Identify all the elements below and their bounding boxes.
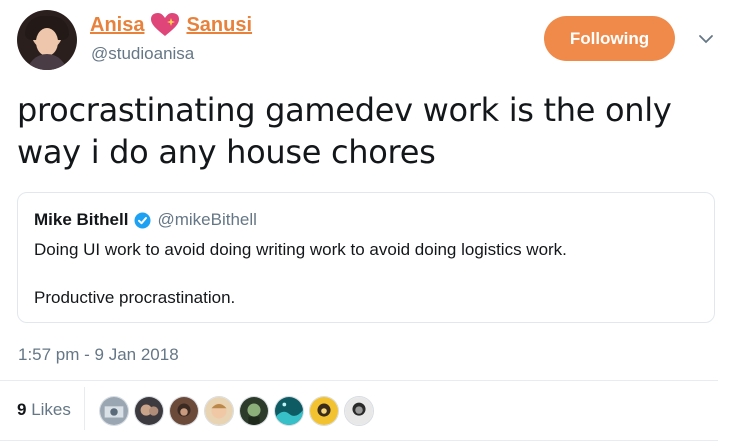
liker-3-avatar[interactable] xyxy=(169,396,199,426)
author-name[interactable]: Anisa Sanusi xyxy=(90,12,252,38)
likes-count[interactable]: 9 Likes xyxy=(17,400,71,420)
liker-avatars xyxy=(99,396,374,426)
verified-badge-icon xyxy=(134,212,151,228)
liker-4-avatar[interactable] xyxy=(204,396,234,426)
tweet-timestamp[interactable]: 1:57 pm - 9 Jan 2018 xyxy=(18,345,179,365)
liker-8-avatar[interactable] xyxy=(344,396,374,426)
likes-label: Likes xyxy=(31,400,71,419)
divider xyxy=(0,440,718,441)
following-button[interactable]: Following xyxy=(544,16,675,61)
likes-separator xyxy=(84,387,85,430)
liker-7-avatar[interactable] xyxy=(309,396,339,426)
liker-5-avatar[interactable] xyxy=(239,396,269,426)
quoted-tweet-header: Mike Bithell @mikeBithell xyxy=(34,210,257,230)
quoted-tweet[interactable]: Mike Bithell @mikeBithell Doing UI work … xyxy=(17,192,715,323)
author-avatar[interactable] xyxy=(17,10,77,70)
liker-2-avatar[interactable] xyxy=(134,396,164,426)
quoted-author-name: Mike Bithell xyxy=(34,210,129,229)
chevron-down-icon[interactable] xyxy=(697,30,715,48)
quoted-tweet-line-2: Productive procrastination. xyxy=(34,288,236,307)
avatar-shirt xyxy=(27,54,67,70)
quoted-tweet-line-1: Doing UI work to avoid doing writing wor… xyxy=(34,240,567,259)
author-last-name[interactable]: Sanusi xyxy=(186,14,252,37)
quoted-author-handle: @mikeBithell xyxy=(157,210,257,229)
likes-number: 9 xyxy=(17,400,27,419)
author-handle[interactable]: @studioanisa xyxy=(91,44,194,64)
sparkling-heart-icon xyxy=(151,13,180,36)
tweet-text: procrastinating gamedev work is the only… xyxy=(17,91,672,171)
divider xyxy=(0,380,718,381)
avatar-face xyxy=(36,28,58,56)
liker-6-avatar[interactable] xyxy=(274,396,304,426)
author-first-name[interactable]: Anisa xyxy=(90,14,144,37)
liker-1-avatar[interactable] xyxy=(99,396,129,426)
